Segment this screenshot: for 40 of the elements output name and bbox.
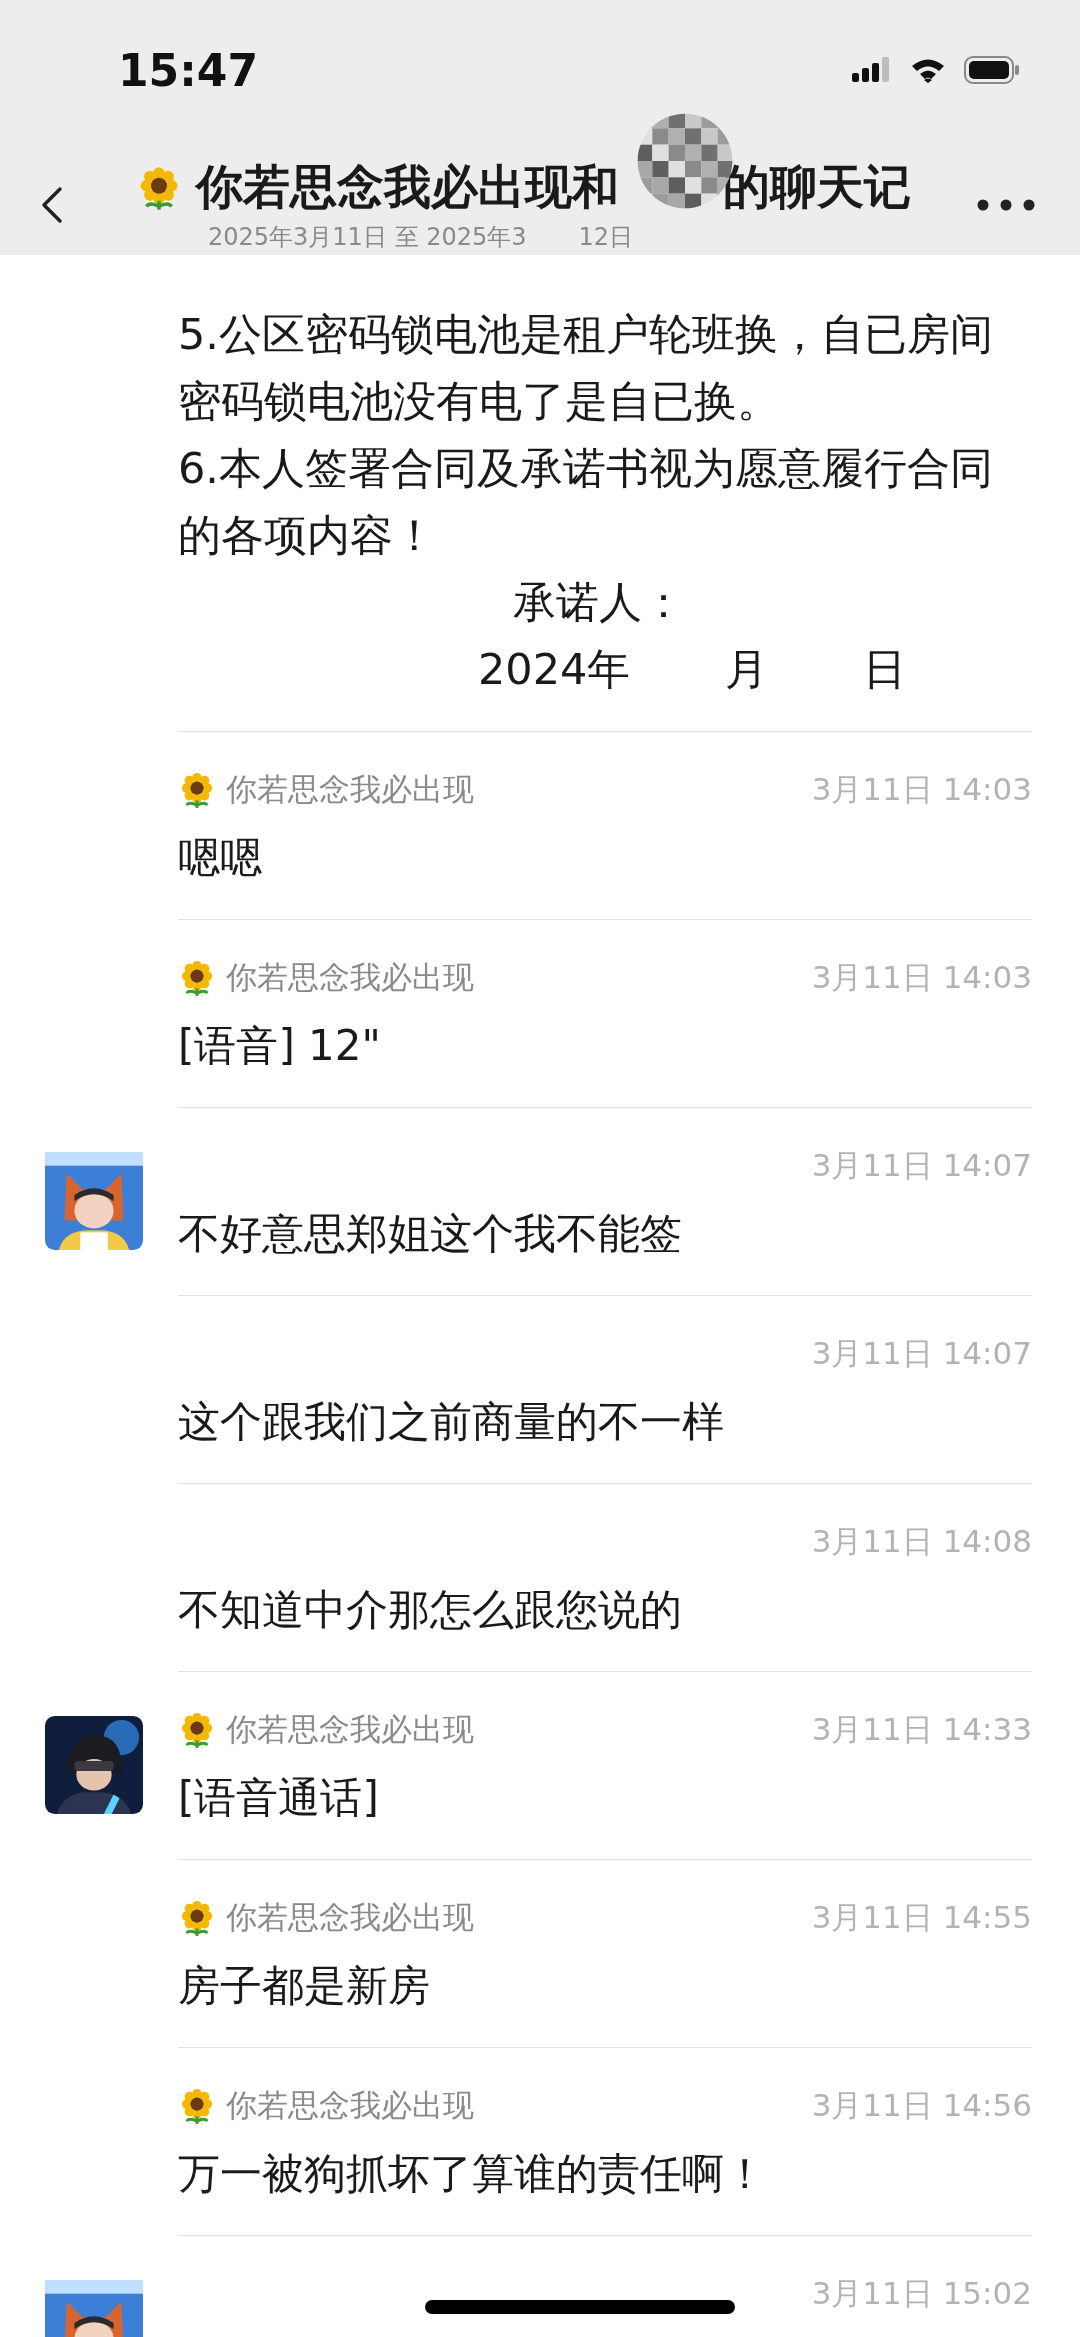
message-text: 不好意思郑姐这个我不能签 — [178, 1208, 683, 1260]
sender-name: 你若思念我必出现 — [226, 770, 474, 809]
sender-name: 你若思念我必出现 — [226, 958, 474, 997]
message-text: 万一被狗抓坏了算谁的责任啊！ — [178, 2148, 767, 2200]
battery-icon — [964, 56, 1020, 84]
sender-name: 你若思念我必出现 — [226, 1710, 474, 1749]
document-text: 的各项内容！ — [178, 509, 436, 562]
date-range: 2025年3月11日 至 2025年3 — [208, 222, 527, 253]
message-text: [语音通话] — [178, 1772, 380, 1824]
document-text: 密码锁电池没有电了是自已换。 — [178, 375, 780, 428]
message-text: 这个跟我们之前商量的不一样 — [178, 1396, 725, 1448]
message-time: 3月11日 15:02 — [811, 2274, 1032, 2313]
document-text: 6.本人签署合同及承诺书视为愿意履行合同 — [178, 442, 994, 495]
message-time: 3月11日 14:56 — [811, 2086, 1032, 2125]
signal-icon — [852, 57, 892, 83]
document-text: 2024年 — [478, 643, 631, 696]
document-text: 5.公区密码锁电池是租户轮班换，自已房间 — [178, 308, 994, 361]
sender-name: 你若思念我必出现 — [226, 1898, 474, 1937]
message-time: 3月11日 14:55 — [811, 1898, 1032, 1937]
message-time: 3月11日 14:07 — [811, 1146, 1032, 1185]
message-time: 3月11日 14:03 — [811, 958, 1032, 997]
back-icon[interactable] — [40, 184, 64, 225]
document-text: 日 — [863, 643, 907, 696]
message-time: 3月11日 14:03 — [811, 770, 1032, 809]
chat-title: 你若思念我必出现和 — [196, 158, 619, 216]
message-text: 嗯嗯 — [178, 832, 263, 884]
message-text: [语音] 12" — [178, 1020, 382, 1072]
document-text: 月 — [725, 643, 769, 696]
message-text: 房子都是新房 — [178, 1960, 431, 2012]
document-text: 承诺人： — [513, 576, 685, 629]
wifi-icon — [910, 57, 946, 83]
message-time: 3月11日 14:07 — [811, 1334, 1032, 1373]
more-icon[interactable] — [976, 197, 1036, 212]
status-time: 15:47 — [118, 44, 259, 96]
date-range: 12日 — [578, 222, 634, 253]
message-time: 3月11日 14:33 — [811, 1710, 1032, 1749]
chat-title: 的聊天记 — [723, 158, 911, 216]
message-time: 3月11日 14:08 — [811, 1522, 1032, 1561]
sender-name: 你若思念我必出现 — [226, 2086, 474, 2125]
message-text: 不知道中介那怎么跟您说的 — [178, 1584, 683, 1636]
